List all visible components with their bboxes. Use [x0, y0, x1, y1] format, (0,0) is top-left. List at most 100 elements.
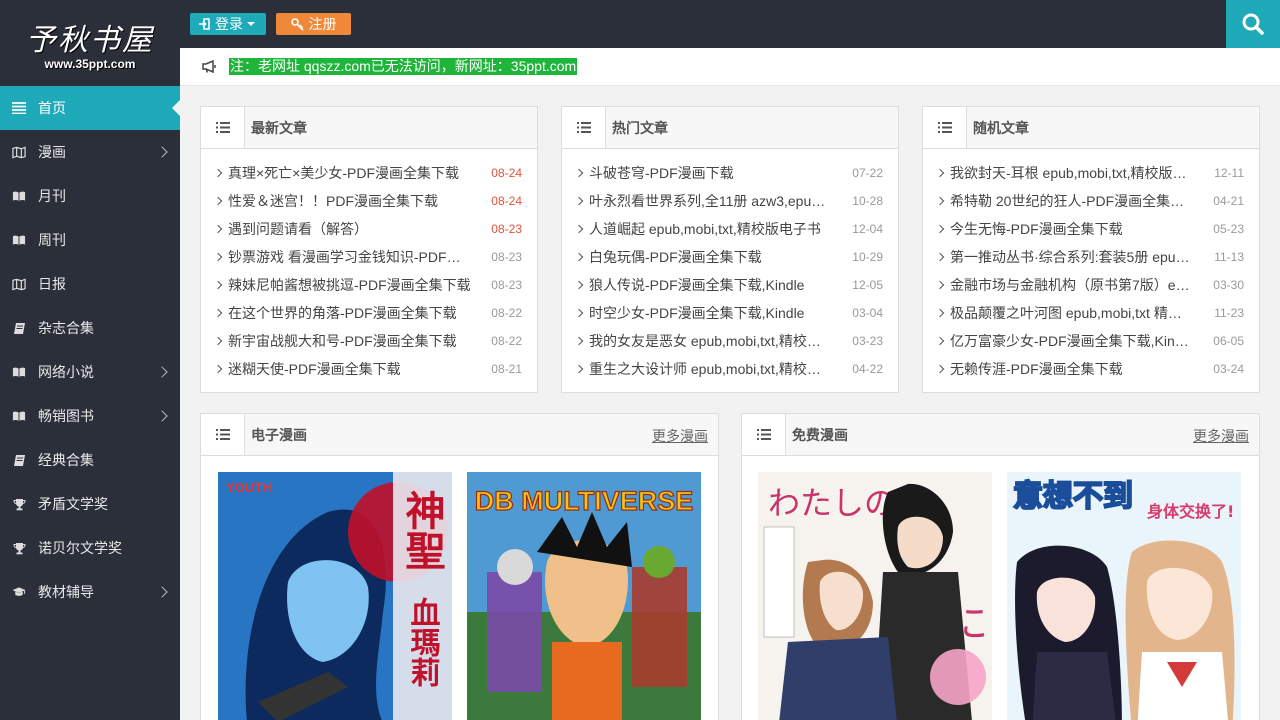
list-item: 狼人传说-PDF漫画全集下载,Kindle 12-05	[562, 271, 898, 299]
book-open-icon	[12, 365, 26, 379]
notice-bar: 注：老网址 qqszz.com已无法访问，新网址：35ppt.com	[180, 48, 1280, 86]
sidebar-item-9[interactable]: 矛盾文学奖	[0, 482, 180, 526]
article-link[interactable]: 在这个世界的角落-PDF漫画全集下载	[228, 303, 471, 323]
article-link[interactable]: 重生之大设计师 epub,mobi,txt,精校版电子书	[589, 359, 832, 379]
article-date: 04-22	[852, 362, 883, 376]
list-item: 迷糊天使-PDF漫画全集下载 08-21	[201, 355, 537, 383]
chevron-right-icon	[213, 308, 223, 318]
cover-title: わたしの	[768, 484, 896, 522]
list-item: 在这个世界的角落-PDF漫画全集下载 08-22	[201, 299, 537, 327]
sidebar-item-5[interactable]: 杂志合集	[0, 306, 180, 350]
article-link[interactable]: 无赖传涯-PDF漫画全集下载	[950, 359, 1193, 379]
more-comics-link[interactable]: 更多漫画	[1193, 426, 1249, 446]
article-link[interactable]: 我的女友是恶女 epub,mobi,txt,精校版电子书	[589, 331, 832, 351]
book-icon	[12, 453, 26, 467]
article-date: 08-24	[491, 166, 522, 180]
article-link[interactable]: 斗破苍穹-PDF漫画下载	[589, 163, 832, 183]
article-link[interactable]: 人道崛起 epub,mobi,txt,精校版电子书	[589, 219, 832, 239]
notice-text: 注：老网址 qqszz.com已无法访问，新网址：35ppt.com	[229, 58, 578, 75]
list-item: 极品颠覆之叶河图 epub,mobi,txt 精校版 11-23	[923, 299, 1259, 327]
cover-title: 意想不到	[1013, 479, 1133, 514]
article-date: 06-05	[1213, 334, 1244, 348]
article-link[interactable]: 辣妹尼帕酱想被挑逗-PDF漫画全集下载	[228, 275, 471, 295]
article-link[interactable]: 我欲封天-耳根 epub,mobi,txt,精校版电子书	[950, 163, 1194, 183]
comic-cover[interactable]: DB MULTIVERSE	[467, 472, 701, 720]
sidebar-item-3[interactable]: 周刊	[0, 218, 180, 262]
sidebar-item-2[interactable]: 月刊	[0, 174, 180, 218]
list-item: 白兔玩偶-PDF漫画全集下载 10-29	[562, 243, 898, 271]
sidebar-item-label: 首页	[38, 100, 66, 116]
article-link[interactable]: 今生无悔-PDF漫画全集下载	[950, 219, 1193, 239]
article-link[interactable]: 希特勒 20世纪的狂人-PDF漫画全集下载	[950, 191, 1193, 211]
article-link[interactable]: 性爱＆迷宫！！PDF漫画全集下载	[228, 191, 471, 211]
article-date: 08-23	[491, 278, 522, 292]
chevron-right-icon	[574, 308, 584, 318]
article-link[interactable]: 新宇宙战舰大和号-PDF漫画全集下载	[228, 331, 471, 351]
sidebar-nav: 首页漫画 月刊 周刊 日报 杂志合集网络小说畅销图书经典合集矛盾文学奖诺贝尔文学奖 教材辅…	[0, 86, 180, 614]
book-icon	[12, 321, 26, 335]
list-icon	[201, 414, 245, 455]
sidebar-item-1[interactable]: 漫画	[0, 130, 180, 174]
list-item: 遇到问题请看（解答） 08-23	[201, 215, 537, 243]
chevron-right-icon	[574, 196, 584, 206]
article-link[interactable]: 亿万富豪少女-PDF漫画全集下载,Kindle	[950, 331, 1193, 351]
chevron-right-icon	[213, 252, 223, 262]
list-icon	[12, 101, 26, 115]
comic-cover[interactable]: 神聖 血瑪莉 YOUTH	[218, 472, 452, 720]
article-link[interactable]: 叶永烈看世界系列,全11册 azw3,epub,mobi	[589, 191, 832, 211]
list-item: 今生无悔-PDF漫画全集下载 05-23	[923, 215, 1259, 243]
sidebar-item-label: 网络小说	[38, 364, 94, 380]
topbar: 登录 注册	[180, 0, 1280, 48]
sidebar-item-7[interactable]: 畅销图书	[0, 394, 180, 438]
chevron-right-icon	[935, 280, 945, 290]
sidebar-item-0[interactable]: 首页	[0, 86, 180, 130]
comic-cover[interactable]: 意想不到 身体交换了!	[1007, 472, 1241, 720]
sign-in-icon	[199, 18, 210, 30]
trophy-icon	[12, 497, 26, 511]
article-link[interactable]: 狼人传说-PDF漫画全集下载,Kindle	[589, 275, 832, 295]
sidebar-item-11[interactable]: 教材辅导	[0, 570, 180, 614]
comic-cover[interactable]: わたしの 隣に	[758, 472, 992, 720]
chevron-right-icon	[935, 308, 945, 318]
article-date: 12-04	[852, 222, 883, 236]
chevron-right-icon	[935, 196, 945, 206]
login-button[interactable]: 登录	[190, 13, 266, 35]
article-link[interactable]: 时空少女-PDF漫画全集下载,Kindle	[589, 303, 832, 323]
article-date: 10-29	[852, 250, 883, 264]
chevron-right-icon	[935, 252, 945, 262]
sidebar-item-10[interactable]: 诺贝尔文学奖	[0, 526, 180, 570]
register-button[interactable]: 注册	[276, 13, 351, 35]
article-link[interactable]: 极品颠覆之叶河图 epub,mobi,txt 精校版	[950, 303, 1194, 323]
sidebar-item-label: 经典合集	[38, 452, 94, 468]
chevron-right-icon	[156, 146, 168, 158]
article-link[interactable]: 金融市场与金融机构（原书第7版）epub	[950, 275, 1193, 295]
list-item: 辣妹尼帕酱想被挑逗-PDF漫画全集下载 08-23	[201, 271, 537, 299]
article-link[interactable]: 真理×死亡×美少女-PDF漫画全集下载	[228, 163, 471, 183]
register-label: 注册	[308, 16, 337, 32]
article-date: 07-22	[852, 166, 883, 180]
article-link[interactable]: 白兔玩偶-PDF漫画全集下载	[589, 247, 832, 267]
list-item: 金融市场与金融机构（原书第7版）epub 03-30	[923, 271, 1259, 299]
list-icon	[562, 107, 606, 148]
article-date: 03-23	[852, 334, 883, 348]
random-articles-panel: 随机文章 我欲封天-耳根 epub,mobi,txt,精校版电子书 12-11 希特…	[922, 106, 1260, 393]
article-link[interactable]: 第一推动丛书·综合系列:套装5册 epub,mobi	[950, 247, 1194, 267]
article-link[interactable]: 钞票游戏 看漫画学习金钱知识-PDF漫画全集下载	[228, 247, 471, 267]
search-button[interactable]	[1226, 0, 1280, 48]
article-date: 04-21	[1213, 194, 1244, 208]
search-icon	[1242, 13, 1264, 35]
logo-url: www.35ppt.com	[44, 57, 136, 71]
list-item: 我的女友是恶女 epub,mobi,txt,精校版电子书 03-23	[562, 327, 898, 355]
sidebar-item-6[interactable]: 网络小说	[0, 350, 180, 394]
random-articles-list: 我欲封天-耳根 epub,mobi,txt,精校版电子书 12-11 希特勒 20世…	[923, 149, 1259, 383]
sidebar-item-label: 矛盾文学奖	[38, 496, 108, 512]
more-comics-link[interactable]: 更多漫画	[652, 426, 708, 446]
site-logo[interactable]: 予秋书屋 www.35ppt.com	[0, 0, 180, 86]
panel-title: 随机文章	[973, 119, 1029, 136]
article-link[interactable]: 迷糊天使-PDF漫画全集下载	[228, 359, 471, 379]
article-date: 08-24	[491, 194, 522, 208]
sidebar-item-4[interactable]: 日报	[0, 262, 180, 306]
article-link[interactable]: 遇到问题请看（解答）	[228, 219, 471, 239]
list-item: 时空少女-PDF漫画全集下载,Kindle 03-04	[562, 299, 898, 327]
sidebar-item-8[interactable]: 经典合集	[0, 438, 180, 482]
